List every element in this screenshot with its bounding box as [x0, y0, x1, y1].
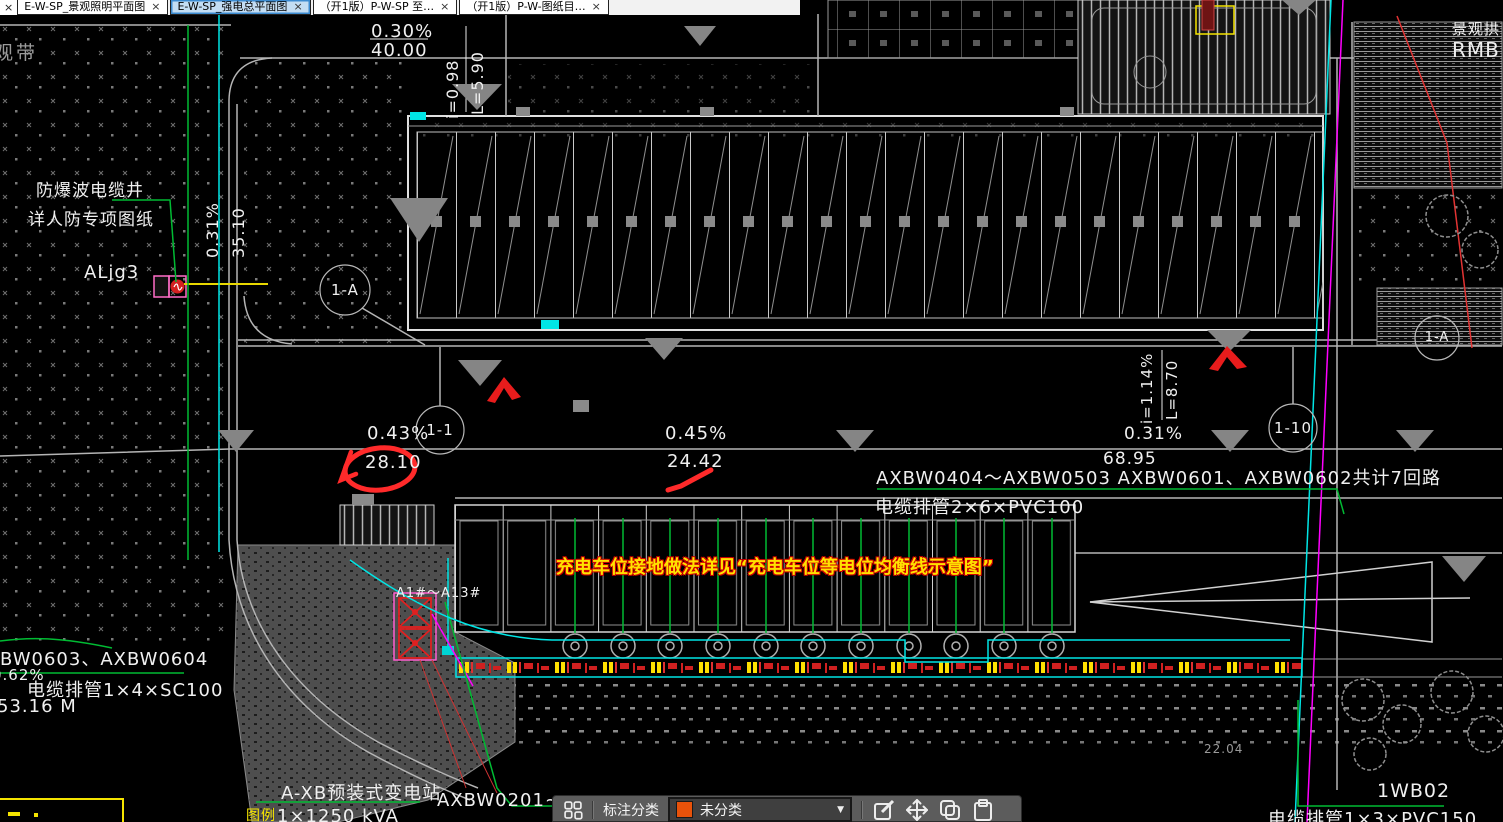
label-aljg3: ALjg3: [84, 262, 140, 283]
move-icon: [906, 798, 928, 821]
category-value: 未分类: [700, 802, 742, 819]
label-slope-031-left: 0.31%: [203, 202, 222, 258]
label-cable-bottom-right: 电缆排管1×3×PVC150: [1268, 809, 1478, 822]
cad-window: 观带 防爆波电缆井 详人防专项图纸 ALjg3 0.31% 35.10 0.30…: [0, 0, 1503, 822]
close-icon[interactable]: ×: [292, 0, 303, 14]
tab-pwsp[interactable]: （开1版）P-W-SP 至… ×: [312, 0, 458, 15]
tab-label: （开1版）P-W-SP 至…: [319, 0, 435, 13]
label-top-right-2: RMB: [1452, 38, 1500, 62]
grid-icon: [564, 800, 583, 820]
label-pile-range: A1#～A13#: [396, 586, 482, 601]
label-len-3510: 35.10: [229, 207, 248, 258]
green-area-left: [0, 25, 231, 642]
label-axbw0201: AXBW0201~: [437, 790, 562, 811]
label-blast-well-2: 详人防专项图纸: [28, 210, 154, 230]
close-icon[interactable]: ×: [591, 0, 602, 14]
tab-overflow-close-icon[interactable]: ×: [0, 0, 18, 15]
label-1wb02: 1WB02: [1377, 780, 1451, 802]
label-cable-right-1: AXBW0404～AXBW0503 AXBW0601、AXBW0602共计7回路: [876, 468, 1442, 489]
label-top-right-1: 景观拱: [1452, 20, 1501, 38]
label-blast-well-1: 防爆波电缆井: [36, 181, 144, 201]
axis-bubble-1-1: 1-1: [426, 421, 454, 439]
label-len-4000: 40.00: [371, 40, 428, 61]
copy-button[interactable]: [938, 798, 962, 822]
tab-label: （开1版）P-W-图纸目…: [466, 0, 586, 13]
label-len-2204: 22.04: [1204, 742, 1244, 756]
label-i-098: i=0.98: [443, 59, 462, 119]
toolbar-divider: [861, 800, 863, 819]
label-slope-045: 0.45%: [665, 423, 728, 444]
label-legend: 图例: [246, 808, 276, 822]
category-color-swatch: [676, 801, 693, 818]
close-icon[interactable]: ×: [150, 0, 161, 14]
axis-bubble-1-10: 1-10: [1273, 419, 1313, 437]
label-substation: A-XB预装式变电站: [281, 783, 442, 804]
grate: [339, 504, 435, 546]
paste-icon: [974, 798, 992, 821]
axis-bubble-1-a: 1-A: [331, 281, 359, 299]
edit-annotation-button[interactable]: [872, 798, 896, 822]
edit-icon: [874, 799, 895, 820]
label-len-5316: 53.16 M: [0, 696, 77, 717]
drawing-canvas[interactable]: [0, 0, 1503, 822]
tab-power-plan[interactable]: E-W-SP_强电总平面图 ×: [170, 0, 311, 15]
building-bays: [416, 131, 1324, 319]
label-greenbelt: 观带: [0, 42, 39, 64]
close-icon[interactable]: ×: [439, 0, 450, 14]
copy-icon: [940, 799, 960, 820]
label-i-114: i=1.14%: [1138, 352, 1156, 424]
label-l-870: L=8.70: [1163, 359, 1181, 420]
label-slope-031-right: 0.31%: [1124, 424, 1184, 444]
label-slope-030: 0.30%: [371, 21, 434, 42]
label-l-590: L=5.90: [468, 51, 487, 115]
category-label: 标注分类: [603, 802, 659, 819]
tab-landscape-lighting[interactable]: E-W-SP_景观照明平面图 ×: [17, 0, 169, 15]
roof-grid: [827, 0, 1079, 59]
label-len-2810: 28.10: [365, 452, 422, 473]
paste-button[interactable]: [971, 798, 995, 822]
drawing-tab-bar: × E-W-SP_景观照明平面图 × E-W-SP_强电总平面图 × （开1版）…: [0, 0, 800, 15]
chevron-down-icon: ▼: [837, 804, 844, 815]
label-slope-043: 0.43%: [367, 423, 430, 444]
label-len-2442: 24.42: [667, 451, 724, 472]
plan-drawing: [0, 0, 1503, 822]
move-button[interactable]: [905, 798, 929, 822]
category-grid-button[interactable]: [563, 800, 583, 820]
category-dropdown[interactable]: 未分类 ▼: [668, 797, 852, 822]
toolbar-divider: [592, 800, 594, 819]
label-ev-grounding-note: 充电车位接地做法详见“充电车位等电位均衡线示意图”: [556, 557, 994, 578]
tab-label: E-W-SP_景观照明平面图: [24, 0, 146, 13]
tab-drawing-index[interactable]: （开1版）P-W-图纸目… ×: [459, 0, 609, 15]
parking-tick-strip: [455, 657, 1303, 678]
label-cable-right-2: 电缆排管2×6×PVC100: [875, 497, 1085, 518]
axis-bubble-1-a-right: 1-A: [1424, 330, 1450, 345]
label-capacity: 1×1250 kVA: [277, 806, 399, 822]
tab-label: E-W-SP_强电总平面图: [177, 0, 288, 13]
annotation-toolbar: 标注分类 未分类 ▼: [552, 795, 1022, 822]
